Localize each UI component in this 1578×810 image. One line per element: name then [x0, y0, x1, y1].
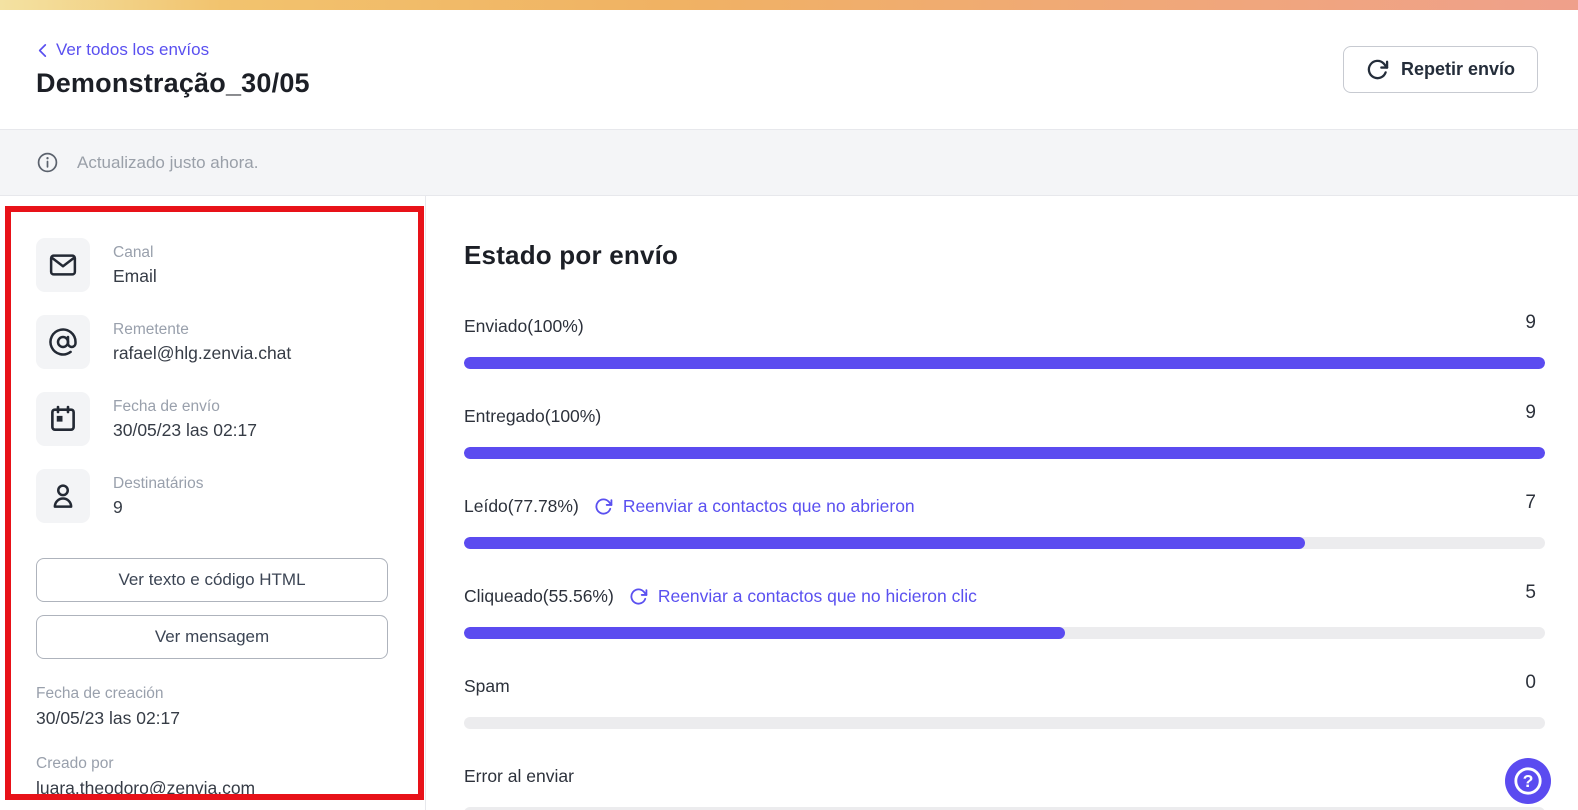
- created-by-block: Creado por luara.theodoro@zenvia.com: [36, 755, 388, 799]
- at-sign-icon: [36, 315, 90, 369]
- page-header: Ver todos los envíos Demonstração_30/05 …: [0, 10, 1578, 130]
- progress-bar-fill: [464, 537, 1305, 549]
- status-label: Enviado(100%): [464, 315, 584, 336]
- progress-bar-fill: [464, 627, 1065, 639]
- status-panel-title: Estado por envío: [464, 240, 679, 270]
- content-area: Canal Email Remetente rafael@hlg.zenvia.…: [0, 196, 1578, 810]
- detail-value: Email: [113, 265, 157, 286]
- meta-value: luara.theodoro@zenvia.com: [36, 778, 256, 798]
- status-count: 9: [1525, 312, 1536, 333]
- back-link-label: Ver todos los envíos: [56, 40, 210, 59]
- updated-status-text: Actualizado justo ahora.: [77, 152, 259, 172]
- detail-send-date: Fecha de envío 30/05/23 las 02:17: [36, 392, 388, 446]
- progress-bar: [464, 537, 1545, 549]
- resend-link-label[interactable]: Reenviar a contactos que no abrieron: [623, 496, 915, 517]
- svg-text:?: ?: [1523, 771, 1534, 791]
- mail-icon: [36, 238, 90, 292]
- status-row-enviado: Enviado(100%) 9: [464, 313, 1545, 369]
- resend-link-label[interactable]: Reenviar a contactos que no hicieron cli…: [658, 586, 977, 607]
- status-panel: Estado por envío Enviado(100%) 9 Entrega…: [426, 196, 1578, 810]
- question-mark-icon: ?: [1511, 764, 1545, 798]
- status-count: 7: [1525, 492, 1536, 513]
- refresh-icon: [594, 497, 613, 516]
- detail-label: Destinatários: [113, 474, 204, 492]
- progress-bar: [464, 357, 1545, 369]
- resend-unclicked-link[interactable]: Reenviar a contactos que no hicieron cli…: [629, 586, 977, 607]
- send-details-sidebar: Canal Email Remetente rafael@hlg.zenvia.…: [0, 196, 426, 810]
- detail-recipients: Destinatários 9: [36, 469, 388, 523]
- status-count: 9: [1525, 402, 1536, 423]
- meta-value: 30/05/23 las 02:17: [36, 708, 181, 728]
- back-to-all-sends-link[interactable]: Ver todos los envíos: [36, 40, 310, 60]
- top-gradient-bar: [0, 0, 1578, 10]
- progress-bar-fill: [464, 447, 1545, 459]
- refresh-icon: [629, 587, 648, 606]
- view-message-button[interactable]: Ver mensagem: [36, 615, 388, 659]
- progress-bar: [464, 447, 1545, 459]
- header-titles: Ver todos los envíos Demonstração_30/05: [36, 40, 310, 99]
- detail-value: 9: [113, 496, 123, 517]
- status-row-leido: Leído(77.78%) Reenviar a contactos que n…: [464, 493, 1545, 549]
- status-row-cliqueado: Cliqueado(55.56%) Reenviar a contactos q…: [464, 583, 1545, 639]
- status-row-error: Error al enviar 0: [464, 763, 1545, 810]
- status-label: Cliqueado(55.56%): [464, 585, 614, 606]
- status-count: 0: [1525, 672, 1536, 693]
- repeat-button-label: Repetir envío: [1400, 59, 1515, 79]
- view-html-button[interactable]: Ver texto e código HTML: [36, 558, 388, 602]
- detail-value: rafael@hlg.zenvia.chat: [113, 342, 292, 363]
- updated-status-bar: Actualizado justo ahora.: [0, 130, 1578, 196]
- detail-label: Fecha de envío: [113, 397, 220, 415]
- status-count: 5: [1525, 582, 1536, 603]
- status-label: Entregado(100%): [464, 405, 602, 426]
- campaign-report-page: Ver todos los envíos Demonstração_30/05 …: [0, 0, 1578, 810]
- status-label: Spam: [464, 675, 510, 696]
- creation-date-block: Fecha de creación 30/05/23 las 02:17: [36, 685, 388, 729]
- detail-label: Remetente: [113, 320, 189, 338]
- resend-unopened-link[interactable]: Reenviar a contactos que no abrieron: [594, 496, 915, 517]
- info-icon: [36, 151, 59, 174]
- chevron-left-icon: [36, 43, 49, 58]
- refresh-icon: [1366, 58, 1389, 81]
- detail-label: Canal: [113, 243, 154, 261]
- detail-channel: Canal Email: [36, 238, 388, 292]
- repeat-send-button[interactable]: Repetir envío: [1342, 46, 1538, 93]
- detail-value: 30/05/23 las 02:17: [113, 419, 258, 440]
- help-button[interactable]: ?: [1505, 758, 1551, 804]
- calendar-icon: [36, 392, 90, 446]
- status-row-entregado: Entregado(100%) 9: [464, 403, 1545, 459]
- progress-bar: [464, 627, 1545, 639]
- status-label: Leído(77.78%): [464, 495, 579, 516]
- meta-label: Creado por: [36, 755, 114, 772]
- person-icon: [36, 469, 90, 523]
- status-label: Error al enviar: [464, 765, 574, 786]
- page-title: Demonstração_30/05: [36, 68, 310, 98]
- detail-sender: Remetente rafael@hlg.zenvia.chat: [36, 315, 388, 369]
- progress-bar-fill: [464, 357, 1545, 369]
- status-row-spam: Spam 0: [464, 673, 1545, 729]
- meta-label: Fecha de creación: [36, 685, 164, 702]
- progress-bar: [464, 717, 1545, 729]
